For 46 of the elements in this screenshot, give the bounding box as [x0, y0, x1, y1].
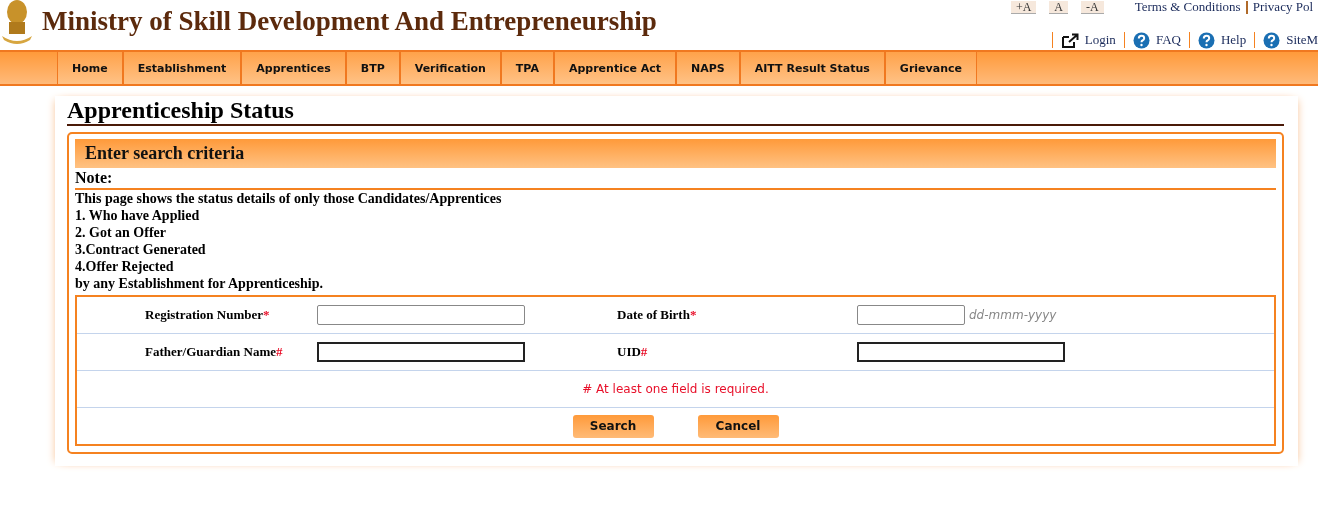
top-link[interactable]: Privacy Pol: [1247, 0, 1318, 15]
note-text: 4.Offer Rejected: [75, 258, 175, 275]
note-text: 2. Got an Offer: [75, 224, 167, 241]
utility-link[interactable]: FAQ: [1132, 31, 1181, 49]
help-icon: [1132, 31, 1150, 49]
font-size-button[interactable]: +A: [1010, 0, 1037, 14]
date-format-hint: dd-mmm-yyyy: [969, 308, 1057, 322]
emblem-icon: [0, 0, 34, 46]
utility-link[interactable]: Help: [1197, 31, 1247, 49]
nav-item[interactable]: BTP: [345, 52, 400, 84]
nav-item[interactable]: TPA: [500, 52, 554, 84]
help-icon: [1263, 31, 1281, 49]
required-note: # At least one field is required.: [582, 382, 769, 396]
site-title: Ministry of Skill Development And Entrepreneurship: [42, 6, 657, 37]
form-button[interactable]: Search: [572, 414, 654, 438]
nav-item[interactable]: Apprentice Act: [553, 52, 677, 84]
input-field[interactable]: [857, 342, 1065, 362]
nav-item[interactable]: Grievance: [884, 52, 977, 84]
note-title: Note:: [75, 168, 1276, 190]
note-text: 1. Who have Applied: [75, 207, 201, 224]
field-label: Date of Birth*: [617, 307, 698, 323]
font-size-button[interactable]: -A: [1081, 0, 1104, 14]
utility-link[interactable]: Login: [1060, 32, 1116, 48]
page-title: Apprenticeship Status: [67, 96, 1284, 126]
nav-item[interactable]: Home: [57, 52, 123, 84]
note-text: This page shows the status details of only those Candidates/Apprentices: [75, 190, 503, 207]
help-icon: [1197, 31, 1215, 49]
utility-link[interactable]: SiteM: [1263, 31, 1318, 49]
top-link[interactable]: Terms & Conditions: [1129, 0, 1246, 15]
nav-item[interactable]: Verification: [399, 52, 501, 84]
form-button[interactable]: Cancel: [697, 414, 779, 438]
input-field[interactable]: [317, 342, 525, 362]
note-text: by any Establishment for Apprenticeship.: [75, 275, 325, 292]
panel-header: Enter search criteria: [75, 139, 1276, 168]
note-text: 3.Contract Generated: [75, 241, 207, 258]
input-field[interactable]: [857, 305, 965, 325]
field-label: Father/Guardian Name#: [144, 344, 284, 360]
nav-item[interactable]: AITT Result Status: [739, 52, 885, 84]
nav-item[interactable]: Apprentices: [241, 52, 346, 84]
nav-item[interactable]: NAPS: [676, 52, 740, 84]
field-label: Registration Number*: [144, 307, 271, 323]
input-field[interactable]: [317, 305, 525, 325]
field-label: UID#: [617, 344, 649, 360]
nav-item[interactable]: Establishment: [122, 52, 242, 84]
external-link-icon: [1060, 32, 1079, 48]
font-size-button[interactable]: A: [1049, 0, 1069, 14]
